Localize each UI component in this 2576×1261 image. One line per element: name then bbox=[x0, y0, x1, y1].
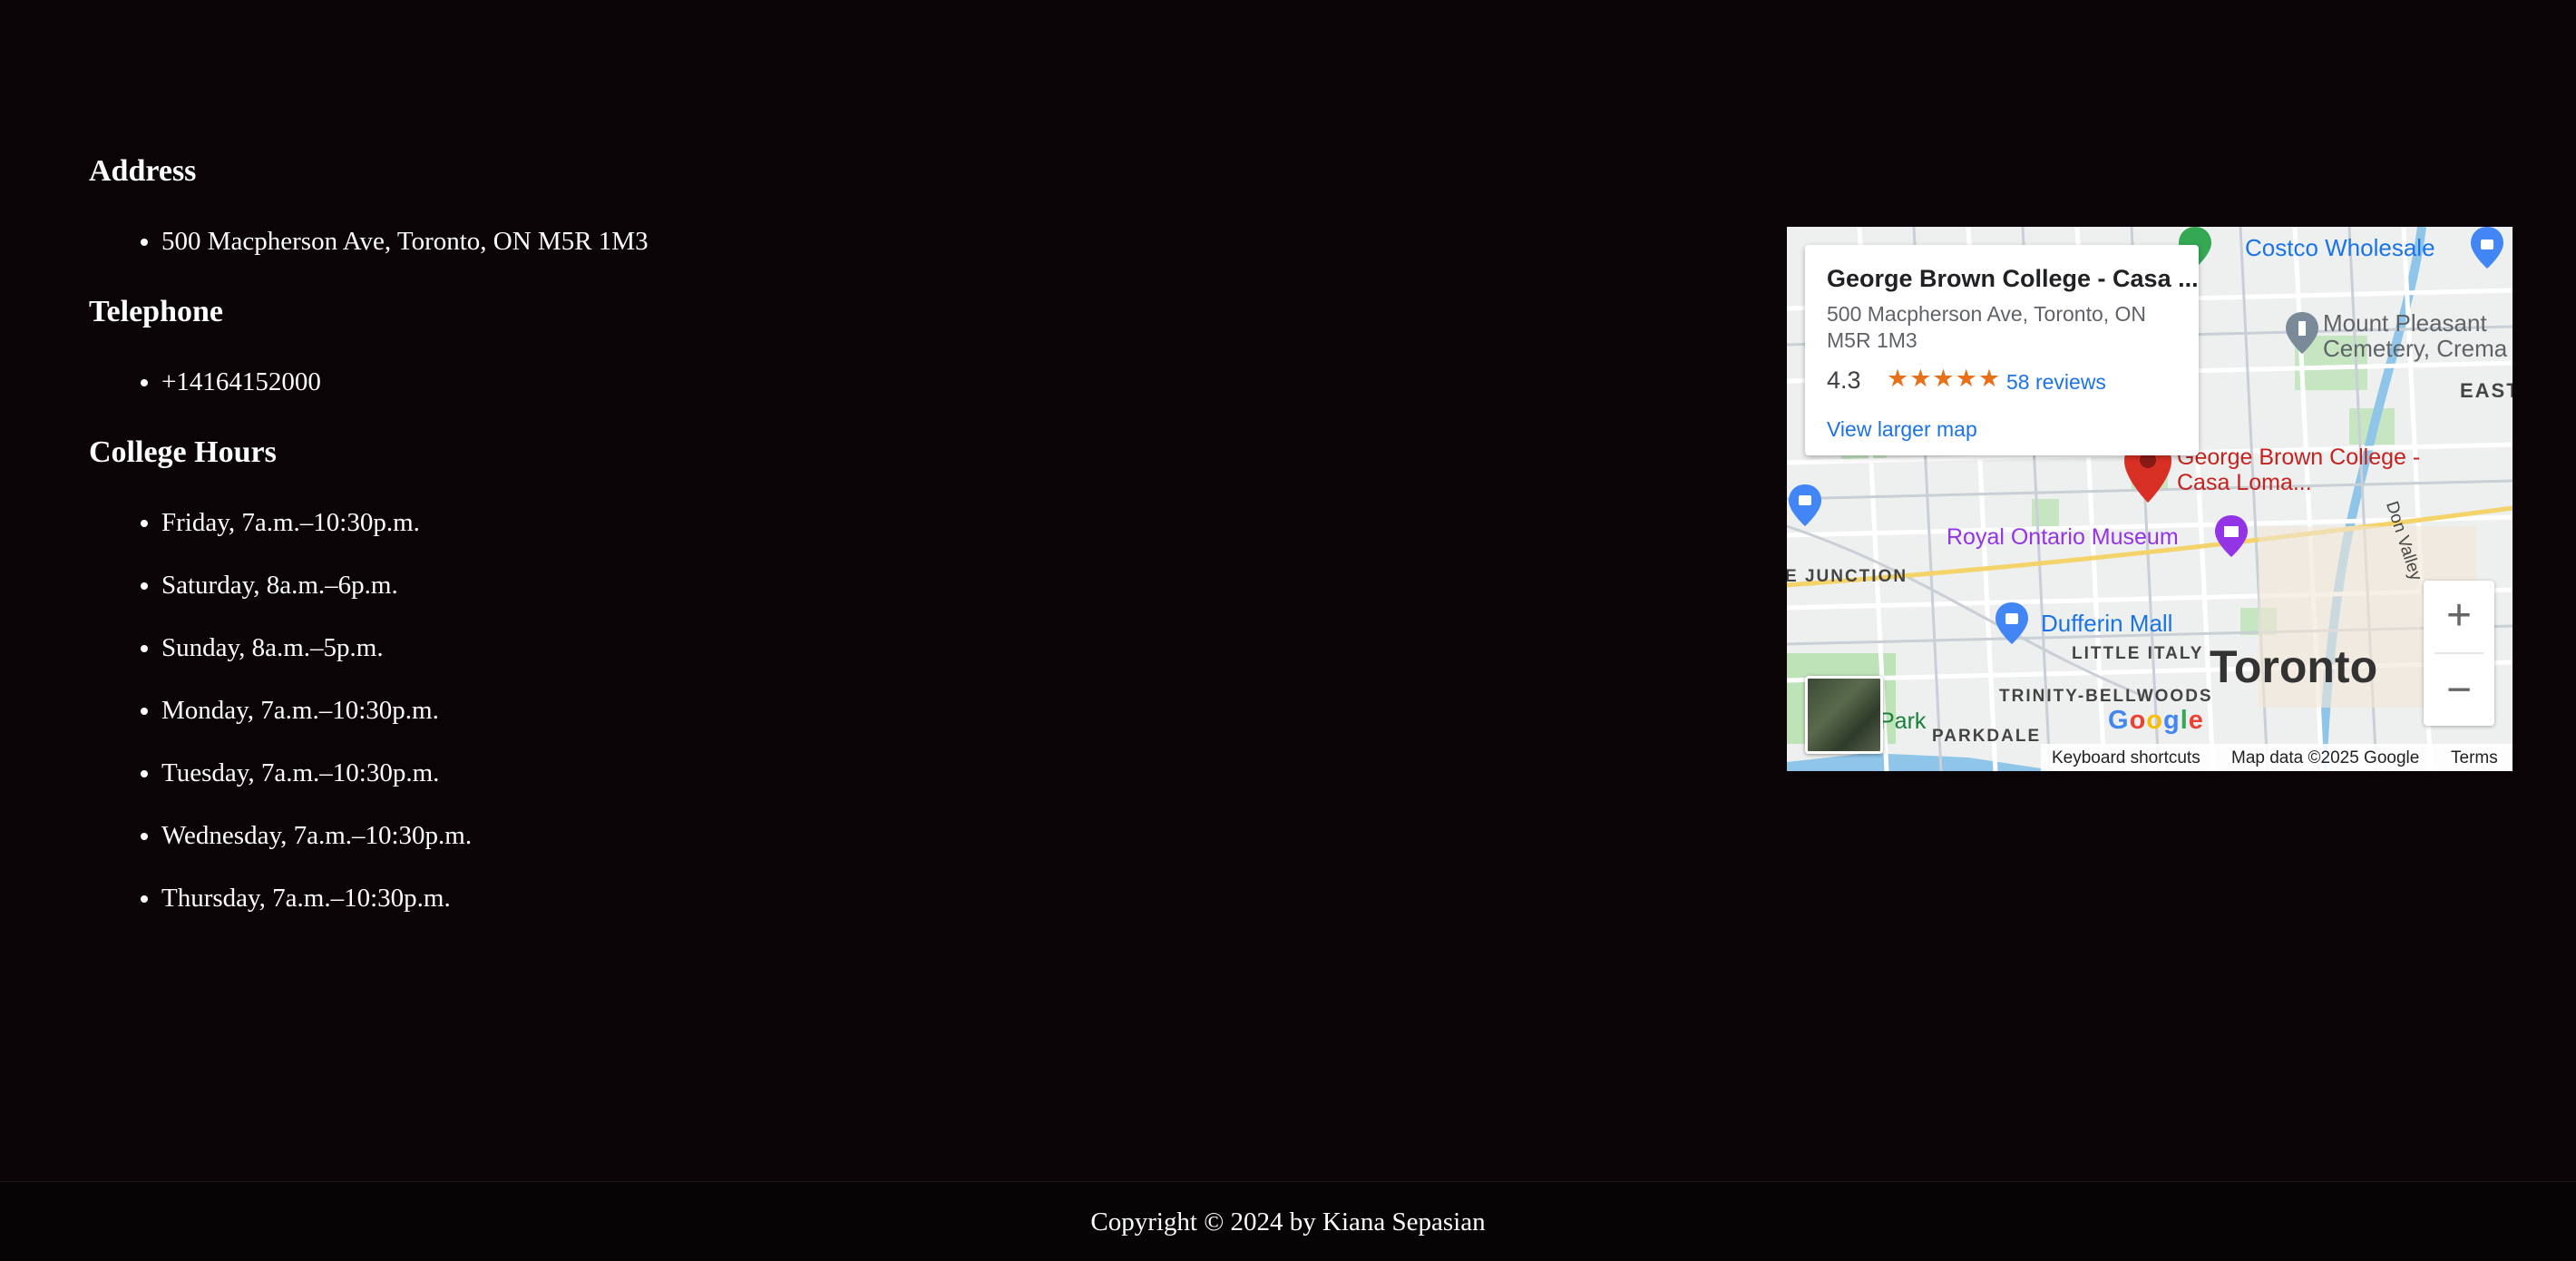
cemetery-marker-icon[interactable] bbox=[2284, 310, 2320, 356]
map-data-text: Map data ©2025 Google bbox=[2231, 748, 2420, 767]
telephone-heading: Telephone bbox=[89, 295, 224, 328]
place-rating: 4.3 bbox=[1827, 367, 1861, 394]
place-address: 500 Macpherson Ave, Toronto, ON M5R 1M3 bbox=[1827, 302, 2147, 352]
place-title[interactable]: George Brown College - Casa ... bbox=[1827, 265, 2199, 293]
telephone-list: +14164152000 bbox=[89, 369, 321, 396]
zoom-in-button[interactable]: + bbox=[2424, 581, 2494, 651]
hours-heading: College Hours bbox=[89, 435, 277, 469]
telephone-item: +14164152000 bbox=[161, 369, 321, 396]
view-larger-map-link[interactable]: View larger map bbox=[1827, 417, 1977, 442]
place-info-card: George Brown College - Casa ... 500 Macp… bbox=[1805, 245, 2199, 455]
museum-marker-icon[interactable] bbox=[2213, 513, 2249, 559]
museum-label[interactable]: Royal Ontario Museum bbox=[1947, 524, 2179, 551]
college-pin-label[interactable]: George Brown College - Casa Loma... bbox=[2177, 445, 2440, 495]
hours-item-sunday: Sunday, 8a.m.–5p.m. bbox=[161, 635, 472, 661]
parkdale-label: PARKDALE bbox=[1932, 727, 2042, 746]
hours-item-friday: Friday, 7a.m.–10:30p.m. bbox=[161, 510, 472, 536]
costco-marker-icon[interactable] bbox=[2469, 227, 2505, 270]
toronto-label: Toronto bbox=[2210, 641, 2378, 692]
map-attribution-bar: Keyboard shortcuts Map data ©2025 Google… bbox=[2041, 744, 2513, 771]
embedded-map[interactable]: Costco Wholesale Mount Pleasant Cemetery… bbox=[1787, 227, 2513, 771]
east-label: EAST bbox=[2460, 379, 2513, 402]
park-label: Park bbox=[1879, 709, 1927, 734]
trinity-label: TRINITY-BELLWOODS bbox=[1999, 687, 2213, 706]
hours-item-thursday: Thursday, 7a.m.–10:30p.m. bbox=[161, 885, 472, 912]
address-list: 500 Macpherson Ave, Toronto, ON M5R 1M3 bbox=[89, 229, 649, 255]
hours-item-saturday: Saturday, 8a.m.–6p.m. bbox=[161, 572, 472, 599]
costco-label[interactable]: Costco Wholesale bbox=[2245, 234, 2435, 262]
hours-item-tuesday: Tuesday, 7a.m.–10:30p.m. bbox=[161, 760, 472, 787]
google-logo: Google bbox=[2108, 706, 2204, 735]
mall-label[interactable]: Dufferin Mall bbox=[2041, 610, 2172, 638]
store-marker-icon[interactable] bbox=[1787, 483, 1823, 528]
address-item: 500 Macpherson Ave, Toronto, ON M5R 1M3 bbox=[161, 229, 649, 255]
rating-stars-icon: ★★★★★ bbox=[1887, 365, 2002, 392]
zoom-controls: + − bbox=[2424, 581, 2494, 726]
terms-link[interactable]: Terms bbox=[2451, 748, 2498, 768]
junction-label: E JUNCTION bbox=[1787, 567, 1908, 586]
cemetery-label[interactable]: Mount Pleasant Cemetery, Crema bbox=[2323, 310, 2513, 361]
page-footer: Copyright © 2024 by Kiana Sepasian bbox=[0, 1181, 2576, 1261]
satellite-toggle-button[interactable] bbox=[1805, 676, 1883, 754]
zoom-divider bbox=[2435, 652, 2483, 654]
zoom-out-button[interactable]: − bbox=[2424, 655, 2494, 726]
mall-marker-icon[interactable] bbox=[1994, 601, 2030, 646]
copyright-text: Copyright © 2024 by Kiana Sepasian bbox=[1090, 1207, 1486, 1237]
address-heading: Address bbox=[89, 154, 197, 188]
hours-item-wednesday: Wednesday, 7a.m.–10:30p.m. bbox=[161, 823, 472, 849]
hours-list: Friday, 7a.m.–10:30p.m. Saturday, 8a.m.–… bbox=[89, 510, 472, 948]
little-italy-label: LITTLE ITALY bbox=[2072, 644, 2204, 663]
hours-item-monday: Monday, 7a.m.–10:30p.m. bbox=[161, 698, 472, 724]
keyboard-shortcuts-link[interactable]: Keyboard shortcuts bbox=[2052, 748, 2200, 768]
reviews-link[interactable]: 58 reviews bbox=[2006, 370, 2106, 395]
